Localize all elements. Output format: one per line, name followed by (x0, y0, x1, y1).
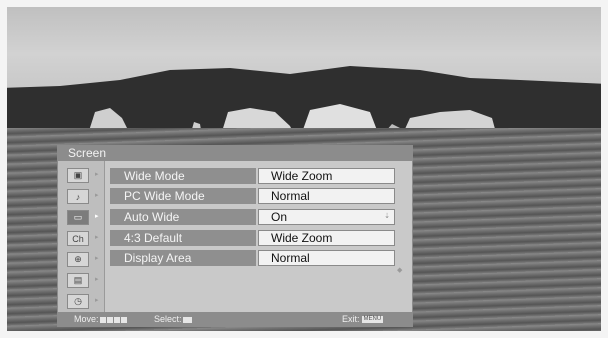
setting-value[interactable]: Wide Zoom (258, 230, 395, 246)
setting-value[interactable]: Normal (258, 250, 395, 266)
setting-label: 4:3 Default (110, 230, 256, 246)
setting-value[interactable]: On ⇣ (258, 209, 395, 225)
select-hint: Select: (154, 312, 192, 326)
parental-lock-icon[interactable]: ⊕ (67, 252, 89, 267)
chevron-right-icon: ▸ (95, 192, 99, 199)
select-label: Select: (154, 314, 182, 324)
scroll-indicator-icon: ◆ (397, 267, 403, 274)
setting-row-4-3-default[interactable]: 4:3 Default Wide Zoom (110, 230, 395, 246)
setting-label: PC Wide Mode (110, 188, 256, 204)
arrow-key-icon (113, 316, 120, 323)
menu-key-icon: MENU (361, 316, 384, 324)
chevron-right-icon: ▸ (95, 213, 99, 220)
channel-icon[interactable]: Ch (67, 231, 89, 246)
setting-row-display-area[interactable]: Display Area Normal (110, 250, 395, 266)
arrow-key-icon (120, 316, 127, 323)
menu-footer: Move: Select: Exit: MENU (58, 312, 412, 326)
screen-icon[interactable]: ▭ (67, 210, 89, 225)
chevron-right-icon: ▸ (95, 297, 99, 304)
arrow-key-icon (106, 316, 113, 323)
setting-value-text: On (271, 210, 288, 224)
setup-icon[interactable]: ▤ (67, 273, 89, 288)
timer-icon[interactable]: ◷ (67, 294, 89, 309)
category-sidebar: ▣ ▸ ♪ ▸ ▭ ▸ Ch ▸ ⊕ ▸ ▤ ▸ ◷ ▸ (58, 161, 105, 312)
move-label: Move: (74, 314, 99, 324)
chevron-right-icon: ▸ (95, 255, 99, 262)
picture-icon[interactable]: ▣ (67, 168, 89, 183)
setting-row-auto-wide[interactable]: Auto Wide On ⇣ (110, 209, 395, 225)
move-hint: Move: (74, 312, 127, 326)
select-key-icon (182, 316, 192, 323)
setting-value[interactable]: Normal (258, 188, 395, 204)
exit-hint: Exit: MENU (342, 312, 384, 326)
arrow-key-icon (99, 316, 106, 323)
menu-title: Screen (58, 146, 412, 161)
dropdown-arrow-icon: ⇣ (384, 213, 390, 220)
chevron-right-icon: ▸ (95, 276, 99, 283)
exit-label: Exit: (342, 314, 360, 324)
sound-icon[interactable]: ♪ (67, 189, 89, 204)
setting-value[interactable]: Wide Zoom (258, 168, 395, 184)
chevron-right-icon: ▸ (95, 234, 99, 241)
setting-label: Auto Wide (110, 209, 256, 225)
setting-label: Wide Mode (110, 168, 256, 184)
setting-row-pc-wide-mode[interactable]: PC Wide Mode Normal (110, 188, 395, 204)
screen-settings-menu: Screen ▣ ▸ ♪ ▸ ▭ ▸ Ch ▸ ⊕ ▸ ▤ ▸ ◷ ▸ Wide… (57, 145, 413, 327)
setting-label: Display Area (110, 250, 256, 266)
chevron-right-icon: ▸ (95, 171, 99, 178)
setting-row-wide-mode[interactable]: Wide Mode Wide Zoom (110, 168, 395, 184)
